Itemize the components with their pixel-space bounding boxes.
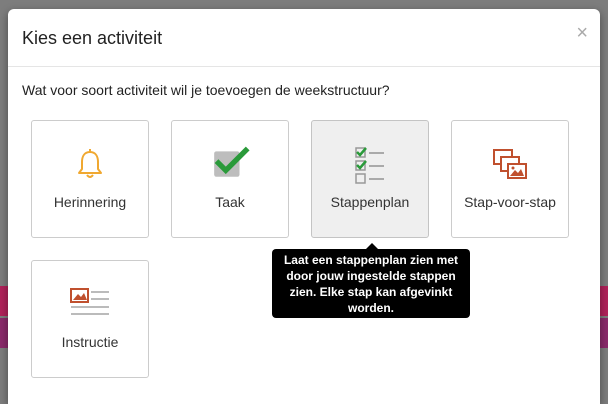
tile-taak[interactable]: Taak bbox=[171, 120, 289, 238]
background-strip bbox=[0, 286, 8, 316]
tile-stappenplan[interactable]: Stappenplan bbox=[311, 120, 429, 238]
bell-icon bbox=[78, 149, 102, 178]
tile-instructie[interactable]: Instructie bbox=[31, 260, 149, 378]
close-button[interactable]: × bbox=[576, 23, 588, 43]
tile-label: Instructie bbox=[61, 334, 119, 350]
background-strip bbox=[600, 318, 608, 348]
image-stack-icon bbox=[493, 149, 527, 179]
checklist-icon bbox=[355, 147, 384, 184]
stappenplan-tooltip: Laat een stappenplan zien met door jouw … bbox=[272, 249, 470, 318]
background-strip bbox=[600, 286, 608, 316]
checkbox-icon bbox=[214, 146, 250, 177]
image-text-icon bbox=[70, 288, 109, 315]
modal-question: Wat voor soort activiteit wil je toevoeg… bbox=[22, 82, 390, 98]
background-strip bbox=[0, 318, 8, 348]
modal-header: Kies een activiteit × bbox=[8, 9, 600, 67]
tile-label: Taak bbox=[215, 194, 245, 210]
tile-stap-voor-stap[interactable]: Stap-voor-stap bbox=[451, 120, 569, 238]
modal-title: Kies een activiteit bbox=[22, 28, 163, 48]
tile-label: Stappenplan bbox=[330, 194, 410, 210]
activity-modal: Kies een activiteit × Wat voor soort act… bbox=[8, 9, 600, 404]
tile-label: Stap-voor-stap bbox=[464, 194, 556, 210]
tile-label: Herinnering bbox=[53, 194, 127, 210]
tile-herinnering[interactable]: Herinnering bbox=[31, 120, 149, 238]
